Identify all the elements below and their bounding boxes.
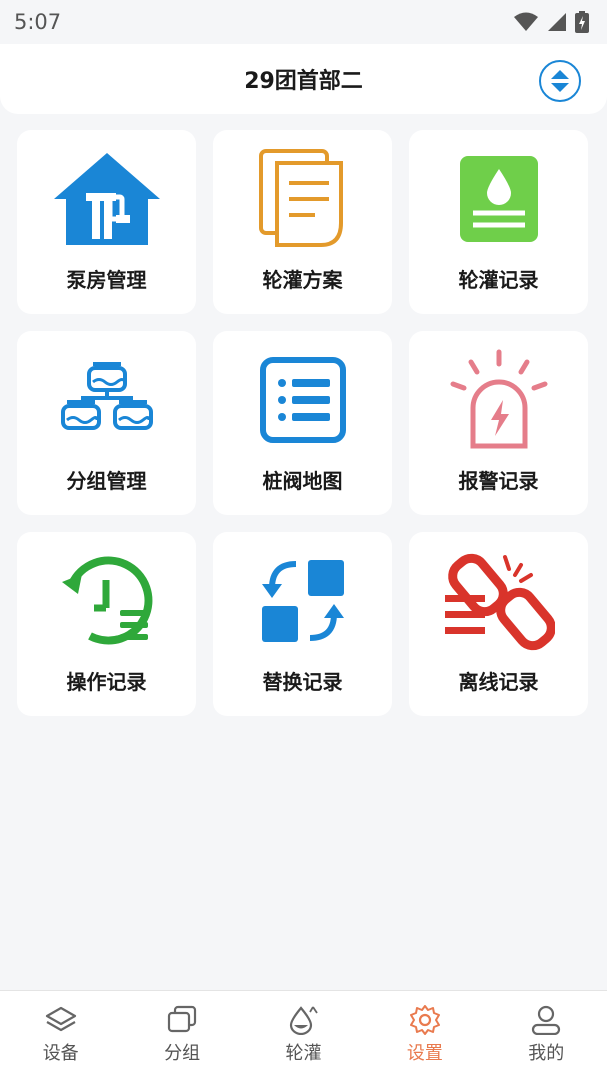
menu-card-alarm-record[interactable]: 报警记录 (409, 331, 588, 515)
history-icon (17, 532, 196, 652)
wifi-icon (514, 12, 538, 31)
replace-icon (213, 532, 392, 652)
tab-settings[interactable]: 设置 (370, 991, 480, 1065)
page-title: 29团首部二 (244, 69, 363, 94)
group-icon (167, 1005, 197, 1033)
menu-card-group-management[interactable]: 分组管理 (17, 331, 196, 515)
tab-groups[interactable]: 分组 (127, 991, 237, 1065)
menu-label: 替换记录 (262, 670, 343, 694)
tab-label: 轮灌 (285, 1043, 322, 1064)
menu-label: 离线记录 (458, 670, 539, 694)
pump-house-icon (17, 130, 196, 250)
menu-card-irrigation-record[interactable]: 轮灌记录 (409, 130, 588, 314)
user-icon (532, 1005, 561, 1035)
menu-label: 泵房管理 (66, 268, 147, 292)
layers-icon (45, 1006, 76, 1032)
menu-grid: 泵房管理 轮灌方案 轮灌记录 分组管理 桩阀地图 报警记录 操作记录 替换记录 … (17, 130, 591, 716)
menu-label: 轮灌记录 (458, 268, 539, 292)
irrigation-icon (290, 1006, 319, 1035)
tab-irrigation[interactable]: 轮灌 (248, 991, 358, 1065)
tab-label: 设置 (406, 1043, 443, 1064)
app-header: 29团首部二 (0, 44, 607, 114)
menu-card-operation-record[interactable]: 操作记录 (17, 532, 196, 716)
menu-label: 分组管理 (66, 469, 147, 493)
menu-card-replace-record[interactable]: 替换记录 (213, 532, 392, 716)
document-icon (213, 130, 392, 250)
tab-label: 设备 (42, 1043, 79, 1064)
status-bar: 5:07 (0, 0, 607, 44)
tab-profile[interactable]: 我的 (491, 991, 601, 1065)
sort-arrows-icon (551, 70, 569, 92)
menu-label: 操作记录 (66, 670, 147, 694)
switch-station-button[interactable] (539, 60, 581, 102)
gear-icon (409, 1005, 440, 1035)
battery-icon (575, 11, 589, 33)
menu-card-valve-map[interactable]: 桩阀地图 (213, 331, 392, 515)
system-icons (513, 11, 589, 33)
valve-group-icon (17, 331, 196, 451)
menu-label: 报警记录 (458, 469, 539, 493)
list-icon (213, 331, 392, 451)
menu-card-offline-record[interactable]: 离线记录 (409, 532, 588, 716)
water-record-icon (409, 130, 588, 250)
tab-devices[interactable]: 设备 (6, 991, 116, 1065)
bottom-tab-bar: 设备 分组 轮灌 设置 我的 (0, 990, 607, 1080)
menu-card-irrigation-plan[interactable]: 轮灌方案 (213, 130, 392, 314)
signal-icon (548, 13, 566, 31)
menu-card-pump-house[interactable]: 泵房管理 (17, 130, 196, 314)
status-time: 5:07 (14, 10, 62, 34)
menu-label: 桩阀地图 (262, 469, 343, 493)
alarm-icon (409, 331, 588, 451)
tab-label: 分组 (164, 1043, 201, 1064)
tab-label: 我的 (528, 1043, 565, 1064)
broken-link-icon (409, 532, 588, 652)
menu-label: 轮灌方案 (262, 268, 343, 292)
